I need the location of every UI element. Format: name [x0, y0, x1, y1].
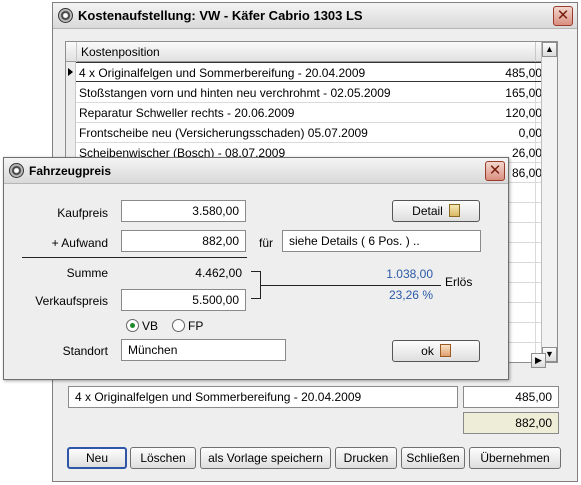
dialog-titlebar[interactable]: Fahrzeugpreis ✕ [4, 158, 508, 184]
row-position: Reparatur Schweller rechts - 20.06.2009 [79, 106, 295, 120]
vertical-scrollbar[interactable]: ▲ ▼ [541, 42, 557, 362]
table-row[interactable]: 4 x Originalfelgen und Sommerbereifung -… [76, 62, 546, 82]
location-label: Standort [62, 344, 108, 358]
main-titlebar[interactable]: Kostenaufstellung: VW - Käfer Cabrio 130… [53, 3, 577, 29]
sale-price-label: Verkaufspreis [35, 294, 108, 308]
detail-amount-field[interactable]: 485,00 [463, 386, 559, 408]
sale-price-field[interactable]: 5.500,00 [121, 289, 246, 311]
sum-divider [22, 257, 247, 258]
profit-value: 1.038,00 [386, 267, 433, 281]
expense-field[interactable]: 882,00 [121, 230, 246, 252]
row-position: Frontscheibe neu (Versicherungsschaden) … [79, 126, 368, 140]
scroll-up-icon[interactable]: ▲ [542, 42, 557, 57]
row-position: Stoßstangen vorn und hinten neu verchroh… [79, 86, 391, 100]
close-button[interactable]: Schließen [401, 447, 465, 469]
sum-value: 4.462,00 [195, 266, 242, 280]
dialog-title: Fahrzeugpreis [29, 164, 112, 178]
table-row[interactable]: Reparatur Schweller rechts - 20.06.2009 … [76, 103, 546, 123]
details-summary-field[interactable]: siehe Details ( 6 Pos. ) .. [282, 230, 481, 252]
sum-label: Summe [66, 266, 108, 280]
for-label: für [259, 236, 274, 250]
vehicle-price-dialog: Fahrzeugpreis ✕ Kaufpreis 3.580,00 Detai… [3, 157, 509, 380]
ok-icon [439, 344, 451, 357]
close-icon[interactable]: ✕ [553, 6, 573, 26]
detail-position-field[interactable]: 4 x Originalfelgen und Sommerbereifung -… [68, 386, 458, 408]
row-pointer-icon [68, 68, 73, 76]
print-button[interactable]: Drucken [335, 447, 397, 469]
app-icon [9, 163, 24, 178]
row-amount: 0,00 [518, 126, 542, 140]
row-amount: 86,00 [511, 166, 542, 180]
expense-label: + Aufwand [51, 236, 108, 250]
radio-fp[interactable] [172, 319, 185, 332]
total-field: 882,00 [463, 412, 559, 434]
purchase-price-label: Kaufpreis [57, 206, 108, 220]
location-field[interactable]: München [121, 339, 286, 361]
new-button[interactable]: Neu [67, 447, 127, 469]
purchase-price-field[interactable]: 3.580,00 [121, 200, 246, 222]
apply-button[interactable]: Übernehmen [469, 447, 561, 469]
table-header: Kostenposition Betrag [66, 42, 557, 62]
bracket-connector [251, 271, 261, 299]
save-template-button[interactable]: als Vorlage speichern [200, 447, 331, 469]
row-amount: 485,00 [505, 66, 542, 80]
delete-button[interactable]: Löschen [130, 447, 196, 469]
detail-button[interactable]: Detail [392, 200, 480, 222]
row-amount: 26,00 [511, 146, 542, 160]
ok-button[interactable]: ok [392, 340, 480, 362]
row-amount: 165,00 [505, 86, 542, 100]
detail-button-label: Detail [412, 204, 443, 218]
main-window-title: Kostenaufstellung: VW - Käfer Cabrio 130… [78, 8, 363, 23]
scroll-right-icon[interactable]: ▶ [531, 353, 546, 368]
table-row[interactable]: Frontscheibe neu (Versicherungsschaden) … [76, 123, 546, 143]
detail-icon [448, 204, 460, 217]
app-icon [58, 8, 73, 23]
table-row[interactable]: Stoßstangen vorn und hinten neu verchroh… [76, 83, 546, 103]
profit-percent: 23,26 % [388, 288, 433, 302]
radio-fp-label: FP [188, 319, 204, 333]
radio-vb[interactable] [126, 319, 139, 332]
revenue-label: Erlös [445, 275, 473, 289]
ok-button-label: ok [421, 344, 434, 358]
profit-divider [261, 285, 441, 286]
radio-vb-label: VB [142, 319, 159, 333]
column-header-position[interactable]: Kostenposition [76, 42, 535, 62]
close-icon[interactable]: ✕ [485, 161, 505, 181]
row-amount: 120,00 [505, 106, 542, 120]
row-position: 4 x Originalfelgen und Sommerbereifung -… [79, 66, 366, 80]
